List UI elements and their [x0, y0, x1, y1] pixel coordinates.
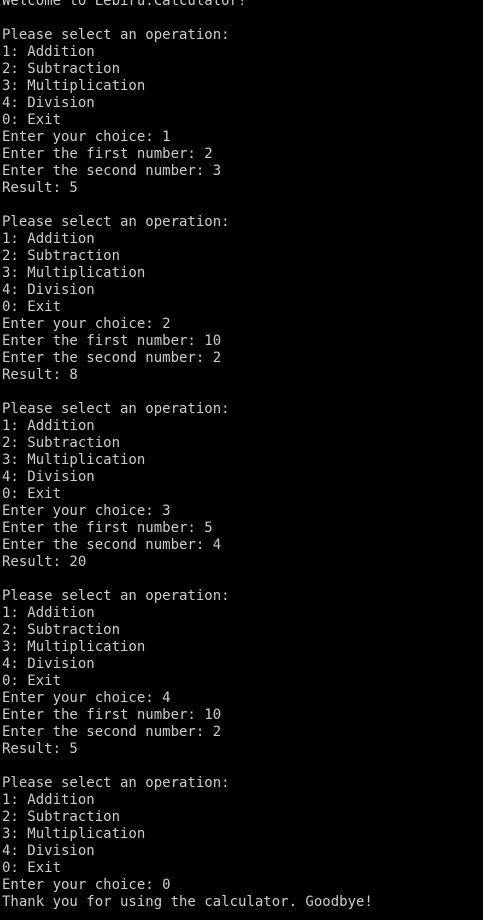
console-line: 1: Addition	[2, 792, 95, 808]
console-line: Enter the first number: 2	[2, 146, 213, 162]
console-line: Please select an operation:	[2, 214, 230, 230]
console-line: 1: Addition	[2, 418, 95, 434]
console-line: Result: 8	[2, 367, 78, 383]
console-line: Enter the second number: 2	[2, 350, 222, 366]
console-line: 3: Multiplication	[2, 265, 146, 281]
console-line: Enter your choice: 3	[2, 503, 171, 519]
console-line: 4: Division	[2, 656, 95, 672]
console-line: Result: 5	[2, 741, 78, 757]
console-line: Enter the second number: 3	[2, 163, 222, 179]
console-output[interactable]: Welcome to Lebiru.Calculator! Please sele…	[2, 0, 483, 920]
console-line: 4: Division	[2, 469, 95, 485]
console-line: 2: Subtraction	[2, 809, 121, 825]
console-line: 0: Exit	[2, 112, 62, 128]
console-line: 0: Exit	[2, 486, 62, 502]
console-line: Thank you for using the calculator. Good…	[2, 894, 373, 910]
console-line: Enter your choice: 2	[2, 316, 171, 332]
console-line: 2: Subtraction	[2, 61, 121, 77]
console-line: Enter the first number: 10	[2, 707, 222, 723]
console-line: 2: Subtraction	[2, 435, 121, 451]
console-line: 1: Addition	[2, 231, 95, 247]
console-line: 3: Multiplication	[2, 826, 146, 842]
console-line: 0: Exit	[2, 673, 62, 689]
console-line: Enter your choice: 1	[2, 129, 171, 145]
console-line: 3: Multiplication	[2, 78, 146, 94]
console-line: Enter the first number: 5	[2, 520, 213, 536]
console-line: Enter the second number: 2	[2, 724, 222, 740]
console-line: 3: Multiplication	[2, 452, 146, 468]
console-line: Enter your choice: 0	[2, 877, 171, 893]
console-line: Please select an operation:	[2, 588, 230, 604]
console-line: 2: Subtraction	[2, 622, 121, 638]
console-line: Welcome to Lebiru.Calculator!	[2, 0, 247, 9]
console-line: Please select an operation:	[2, 775, 230, 791]
console-line: 0: Exit	[2, 299, 62, 315]
console-line: 4: Division	[2, 843, 95, 859]
console-line: Result: 5	[2, 180, 78, 196]
console-line: Enter your choice: 4	[2, 690, 171, 706]
console-line: 4: Division	[2, 282, 95, 298]
console-line: 0: Exit	[2, 860, 62, 876]
console-line: Enter the second number: 4	[2, 537, 222, 553]
console-line: Result: 20	[2, 554, 87, 570]
console-line: 4: Division	[2, 95, 95, 111]
console-line: 2: Subtraction	[2, 248, 121, 264]
console-line: Enter the first number: 10	[2, 333, 222, 349]
console-line: Please select an operation:	[2, 27, 230, 43]
console-line: 1: Addition	[2, 605, 95, 621]
console-line: 3: Multiplication	[2, 639, 146, 655]
console-line: 1: Addition	[2, 44, 95, 60]
console-line: Please select an operation:	[2, 401, 230, 417]
